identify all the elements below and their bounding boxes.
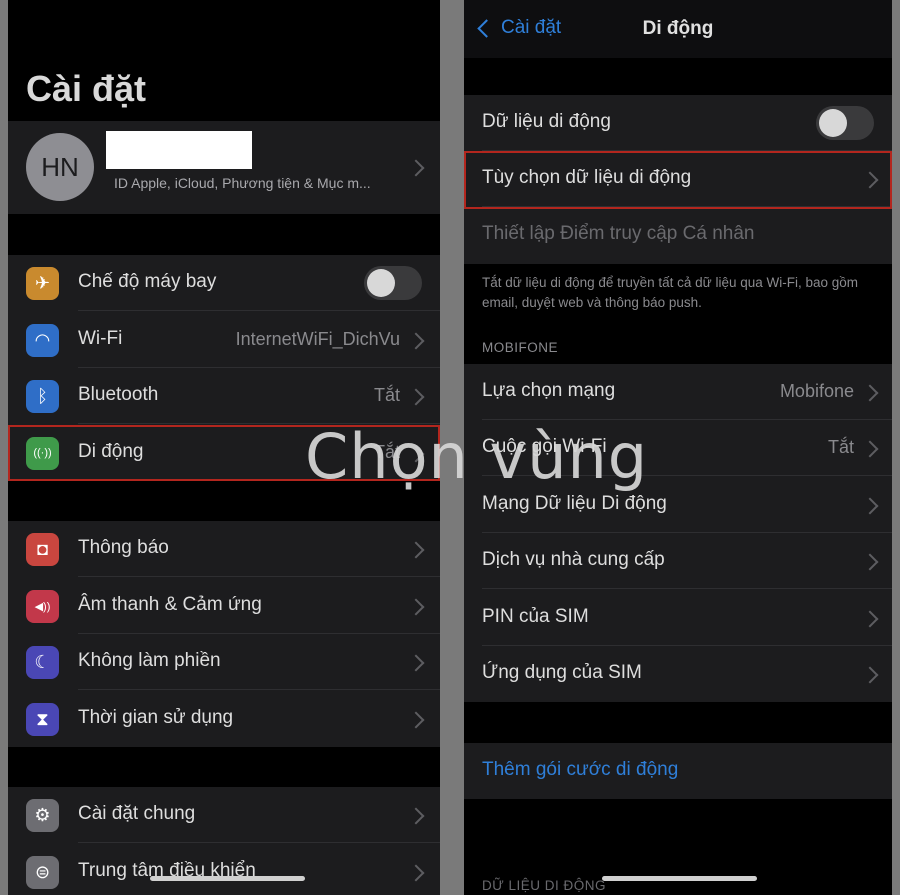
settings-row[interactable]: ◠ Wi-Fi InternetWiFi_DichVu [8, 312, 440, 368]
chevron-right-icon [407, 332, 425, 349]
profile-subtitle: ID Apple, iCloud, Phương tiện & Mục m... [114, 175, 371, 191]
carrier-row-label: Lựa chọn mạng [482, 380, 616, 401]
carrier-row-label: Mạng Dữ liệu Di động [482, 492, 667, 514]
hotspot-label: Thiết lập Điểm truy cập Cá nhân [482, 223, 755, 244]
nav-title: Di động [642, 18, 714, 39]
home-indicator [602, 876, 757, 881]
cellular-data-label: Dữ liệu di động [482, 111, 611, 132]
control-center-icon: ⊜ [26, 855, 59, 889]
apple-id-row[interactable]: HN ID Apple, iCloud, Phương tiện & Mục m… [8, 121, 440, 214]
settings-row-label: Chế độ máy bay [78, 271, 217, 292]
settings-row-value: InternetWiFi_DichVu [235, 328, 400, 349]
settings-row-label: Wi-Fi [78, 327, 123, 349]
chevron-right-icon [407, 598, 425, 615]
settings-row[interactable]: ☾ Không làm phiền [8, 634, 440, 690]
notifications-icon: ◘ [26, 533, 59, 566]
settings-row[interactable]: ✈ Chế độ máy bay [8, 255, 440, 311]
settings-row[interactable]: ◘ Thông báo [8, 521, 440, 577]
carrier-row-label: PIN của SIM [482, 605, 589, 627]
settings-row[interactable]: ⊜ Trung tâm điều khiển [8, 844, 440, 895]
airplane-icon: ✈ [26, 267, 59, 300]
settings-row[interactable]: ᛒ Bluetooth Tắt [8, 368, 440, 424]
hourglass-icon: ⧗ [26, 702, 59, 736]
cellular-screen: Cài đặt Di động Dữ liệu di động Tùy chọn… [464, 0, 892, 895]
nav-bar: Cài đặt Di động [464, 0, 892, 58]
chevron-right-icon [861, 497, 879, 515]
carrier-row-value: Tắt [827, 437, 854, 458]
cellular-data-toggle[interactable] [816, 106, 874, 140]
carrier-row[interactable]: Ứng dụng của SIM [464, 646, 892, 702]
add-plan-label: Thêm gói cước di động [482, 759, 679, 780]
settings-row-label: Không làm phiền [78, 650, 221, 671]
carrier-row-label: Cuộc gọi Wi-Fi [482, 436, 607, 458]
chevron-right-icon [861, 610, 879, 628]
chevron-right-icon [861, 384, 879, 402]
settings-row-value: Tắt [373, 385, 400, 405]
chevron-right-icon [407, 807, 425, 825]
settings-row-label: Âm thanh & Cảm ứng [78, 593, 262, 615]
chevron-right-icon [861, 666, 879, 684]
bluetooth-icon: ᛒ [26, 380, 59, 413]
cellular-data-row: Dữ liệu di động [464, 95, 892, 151]
chevron-right-icon [407, 864, 425, 881]
settings-row-label: Bluetooth [78, 384, 159, 405]
carrier-row-label: Ứng dụng của SIM [482, 662, 642, 683]
carrier-group: Lựa chọn mạng Mobifone Cuộc gọi Wi-Fi Tắt Mạ… [464, 364, 892, 702]
carrier-header: MOBIFONE [482, 340, 559, 355]
redacted-name [106, 131, 252, 169]
avatar: HN [26, 133, 94, 201]
carrier-row[interactable]: Cuộc gọi Wi-Fi Tắt [464, 420, 892, 477]
highlight-box [464, 151, 892, 209]
page-title: Cài đặt [26, 68, 147, 109]
carrier-row[interactable]: Lựa chọn mạng Mobifone [464, 364, 892, 420]
carrier-row[interactable]: PIN của SIM [464, 590, 892, 646]
settings-row[interactable]: ◀)) Âm thanh & Cảm ứng [8, 578, 440, 634]
chevron-right-icon [861, 553, 879, 571]
settings-group: ◘ Thông báo ◀)) Âm thanh & Cảm ứng ☾ Không là… [8, 521, 440, 747]
chevron-right-icon [861, 440, 879, 458]
chevron-right-icon [407, 388, 425, 406]
settings-row-label: Thông báo [78, 537, 169, 558]
airplane-mode-toggle[interactable] [364, 266, 422, 300]
carrier-row-value: Mobifone [779, 381, 854, 401]
sound-icon: ◀)) [26, 589, 59, 623]
carrier-row[interactable]: Mạng Dữ liệu Di động [464, 477, 892, 533]
settings-row-label: Cài đặt chung [78, 803, 196, 824]
wifi-icon: ◠ [26, 323, 59, 357]
chevron-right-icon [407, 541, 425, 559]
highlight-box [8, 425, 440, 481]
add-plan-group: Thêm gói cước di động [464, 743, 892, 799]
chevron-right-icon [407, 159, 425, 177]
bottom-section-header: DỮ LIỆU DI ĐỘNG [482, 878, 607, 893]
settings-row-label: Thời gian sử dụng [78, 706, 234, 728]
gear-icon: ⚙ [26, 799, 59, 832]
home-indicator [150, 876, 305, 881]
carrier-row-label: Dịch vụ nhà cung cấp [482, 549, 665, 571]
avatar-initials: HN [41, 151, 79, 182]
moon-icon: ☾ [26, 646, 59, 679]
hotspot-row[interactable]: Thiết lập Điểm truy cập Cá nhân [464, 207, 892, 263]
settings-row[interactable]: ⚙ Cài đặt chung [8, 787, 440, 843]
add-plan-button[interactable]: Thêm gói cước di động [464, 743, 892, 799]
chevron-right-icon [407, 654, 425, 672]
settings-row[interactable]: ⧗ Thời gian sử dụng [8, 691, 440, 747]
chevron-right-icon [407, 711, 425, 728]
carrier-row[interactable]: Dịch vụ nhà cung cấp [464, 533, 892, 590]
footer-note: Tắt dữ liệu di động để truyền tất cả dữ … [482, 275, 859, 310]
